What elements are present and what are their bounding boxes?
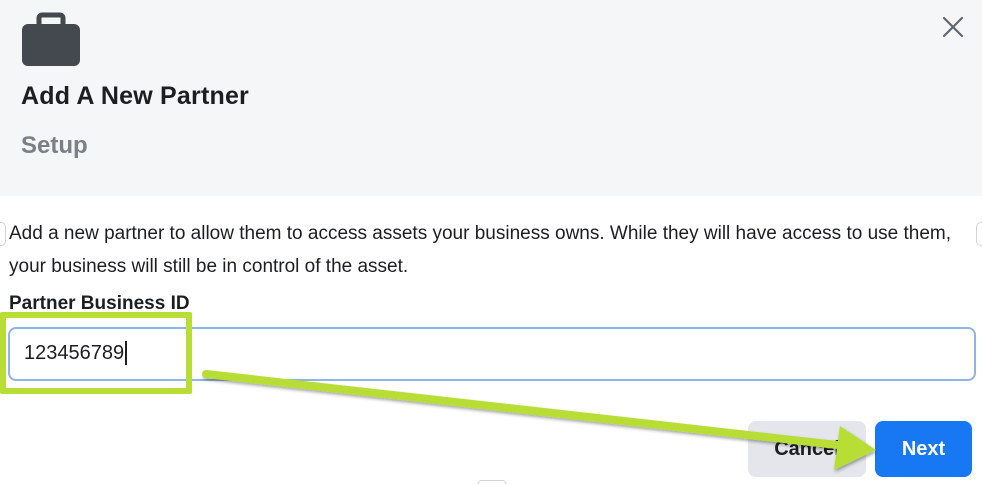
annotation-highlight-box (0, 312, 192, 394)
right-resize-handle (976, 222, 982, 246)
next-button[interactable]: Next (875, 421, 972, 477)
bottom-resize-handle (478, 480, 506, 484)
left-resize-handle (0, 222, 6, 246)
close-button[interactable] (936, 10, 970, 44)
dialog-subtitle: Setup (21, 132, 88, 159)
cancel-button[interactable]: Cancel (748, 421, 866, 477)
dialog-title: Add A New Partner (21, 82, 249, 110)
partner-description: Add a new partner to allow them to acces… (9, 223, 952, 277)
dialog-header: Add A New Partner Setup (0, 0, 982, 196)
close-icon (942, 16, 964, 38)
add-partner-dialog: Add A New Partner Setup Add a new partne… (0, 0, 982, 484)
briefcase-icon (22, 12, 80, 66)
